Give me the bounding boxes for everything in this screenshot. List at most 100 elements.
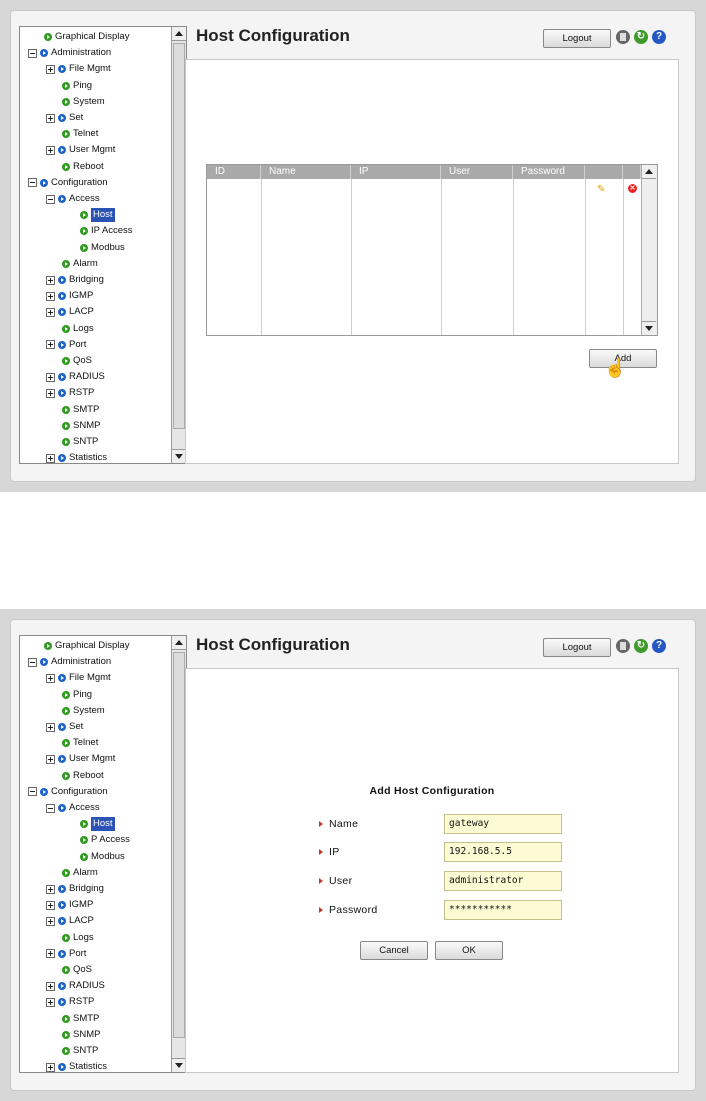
expand-icon[interactable] [46, 900, 55, 910]
tree-item[interactable]: SMTP [62, 403, 99, 417]
tree-item[interactable]: Reboot [62, 769, 104, 783]
col-id[interactable]: ID [207, 165, 261, 179]
tree-item[interactable]: Logs [62, 931, 94, 945]
expand-icon[interactable] [46, 388, 55, 398]
tree-item[interactable]: Alarm [62, 866, 98, 880]
delete-icon[interactable]: ✕ [628, 184, 637, 193]
table-scroll-up[interactable] [642, 165, 656, 179]
scroll-down-button[interactable] [172, 449, 186, 463]
tree-item[interactable]: SNTP [62, 435, 98, 449]
expand-icon[interactable] [46, 754, 55, 764]
tree-item[interactable]: Access [46, 192, 100, 206]
tree-item[interactable]: RADIUS [46, 370, 105, 384]
tree-item[interactable]: SNTP [62, 1044, 98, 1058]
tree-item[interactable]: Host [80, 817, 115, 832]
tree-item[interactable]: LACP [46, 914, 94, 928]
expand-icon[interactable] [46, 340, 55, 350]
tree-item[interactable]: SNMP [62, 1028, 100, 1042]
expand-icon[interactable] [46, 884, 55, 894]
scroll-thumb[interactable] [173, 43, 185, 429]
expand-icon[interactable] [46, 64, 55, 74]
tree-item[interactable]: QoS [62, 354, 92, 368]
collapse-icon[interactable] [28, 787, 37, 797]
tree-item[interactable]: Statistics [46, 451, 107, 463]
tree-item[interactable]: User Mgmt [46, 143, 115, 157]
refresh-icon[interactable]: ↻ [634, 30, 648, 44]
tree-item[interactable]: Configuration [28, 785, 108, 799]
refresh-icon[interactable]: ↻ [634, 639, 648, 653]
collapse-icon[interactable] [46, 803, 55, 813]
tree-item[interactable]: SMTP [62, 1012, 99, 1026]
expand-icon[interactable] [46, 453, 55, 463]
ok-button[interactable]: OK [435, 941, 503, 960]
tree-item[interactable]: Modbus [80, 850, 125, 864]
logout-button[interactable]: Logout [543, 29, 611, 48]
tree-item[interactable]: P Access [80, 833, 130, 847]
nav-scrollbar[interactable] [171, 27, 186, 463]
tree-item[interactable]: Telnet [62, 736, 98, 750]
expand-icon[interactable] [46, 1062, 55, 1072]
tree-item[interactable]: Set [46, 111, 83, 125]
tree-item[interactable]: Statistics [46, 1060, 107, 1072]
cancel-button[interactable]: Cancel [360, 941, 428, 960]
tree-item[interactable]: File Mgmt [46, 62, 111, 76]
tree-item[interactable]: Alarm [62, 257, 98, 271]
tree-item[interactable]: Graphical Display [44, 30, 129, 44]
tree-item[interactable]: Administration [28, 46, 111, 60]
col-name[interactable]: Name [261, 165, 351, 179]
tree-item[interactable]: LACP [46, 305, 94, 319]
tree-item[interactable]: Ping [62, 79, 92, 93]
tree-item[interactable]: QoS [62, 963, 92, 977]
collapse-icon[interactable] [46, 194, 55, 204]
tree-item[interactable]: IGMP [46, 898, 93, 912]
tree-item[interactable]: System [62, 95, 105, 109]
nav-scrollbar[interactable] [171, 636, 186, 1072]
tree-item[interactable]: SNMP [62, 419, 100, 433]
logout-button[interactable]: Logout [543, 638, 611, 657]
help-icon[interactable]: ? [652, 639, 666, 653]
tree-item[interactable]: Access [46, 801, 100, 815]
tree-item[interactable]: Host [80, 208, 115, 223]
expand-icon[interactable] [46, 981, 55, 991]
tree-item[interactable]: User Mgmt [46, 752, 115, 766]
col-user[interactable]: User [441, 165, 513, 179]
collapse-icon[interactable] [28, 657, 37, 667]
table-scrollbar[interactable] [641, 165, 657, 335]
expand-icon[interactable] [46, 997, 55, 1007]
save-icon[interactable] [616, 639, 630, 653]
help-icon[interactable]: ? [652, 30, 666, 44]
expand-icon[interactable] [46, 291, 55, 301]
expand-icon[interactable] [46, 145, 55, 155]
tree-item[interactable]: Modbus [80, 241, 125, 255]
tree-item[interactable]: Bridging [46, 882, 104, 896]
table-scroll-down[interactable] [642, 321, 656, 335]
tree-item[interactable]: Reboot [62, 160, 104, 174]
tree-item[interactable]: Port [46, 338, 86, 352]
pencil-icon[interactable]: ✎ [597, 184, 605, 195]
tree-item[interactable]: RADIUS [46, 979, 105, 993]
tree-item[interactable]: Ping [62, 688, 92, 702]
tree-item[interactable]: RSTP [46, 995, 94, 1009]
tree-item[interactable]: Set [46, 720, 83, 734]
tree-item[interactable]: Administration [28, 655, 111, 669]
tree-item[interactable]: Bridging [46, 273, 104, 287]
scroll-up-button[interactable] [172, 636, 186, 650]
user-field[interactable]: administrator [444, 871, 562, 891]
expand-icon[interactable] [46, 949, 55, 959]
name-field[interactable]: gateway [444, 814, 562, 834]
expand-icon[interactable] [46, 673, 55, 683]
save-icon[interactable] [616, 30, 630, 44]
tree-item[interactable]: RSTP [46, 386, 94, 400]
password-field[interactable]: *********** [444, 900, 562, 920]
tree-item[interactable]: Logs [62, 322, 94, 336]
tree-item[interactable]: Port [46, 947, 86, 961]
expand-icon[interactable] [46, 307, 55, 317]
col-ip[interactable]: IP [351, 165, 441, 179]
collapse-icon[interactable] [28, 48, 37, 58]
expand-icon[interactable] [46, 275, 55, 285]
tree-item[interactable]: IP Access [80, 224, 133, 238]
ip-field[interactable]: 192.168.5.5 [444, 842, 562, 862]
col-password[interactable]: Password [513, 165, 585, 179]
collapse-icon[interactable] [28, 178, 37, 188]
expand-icon[interactable] [46, 722, 55, 732]
